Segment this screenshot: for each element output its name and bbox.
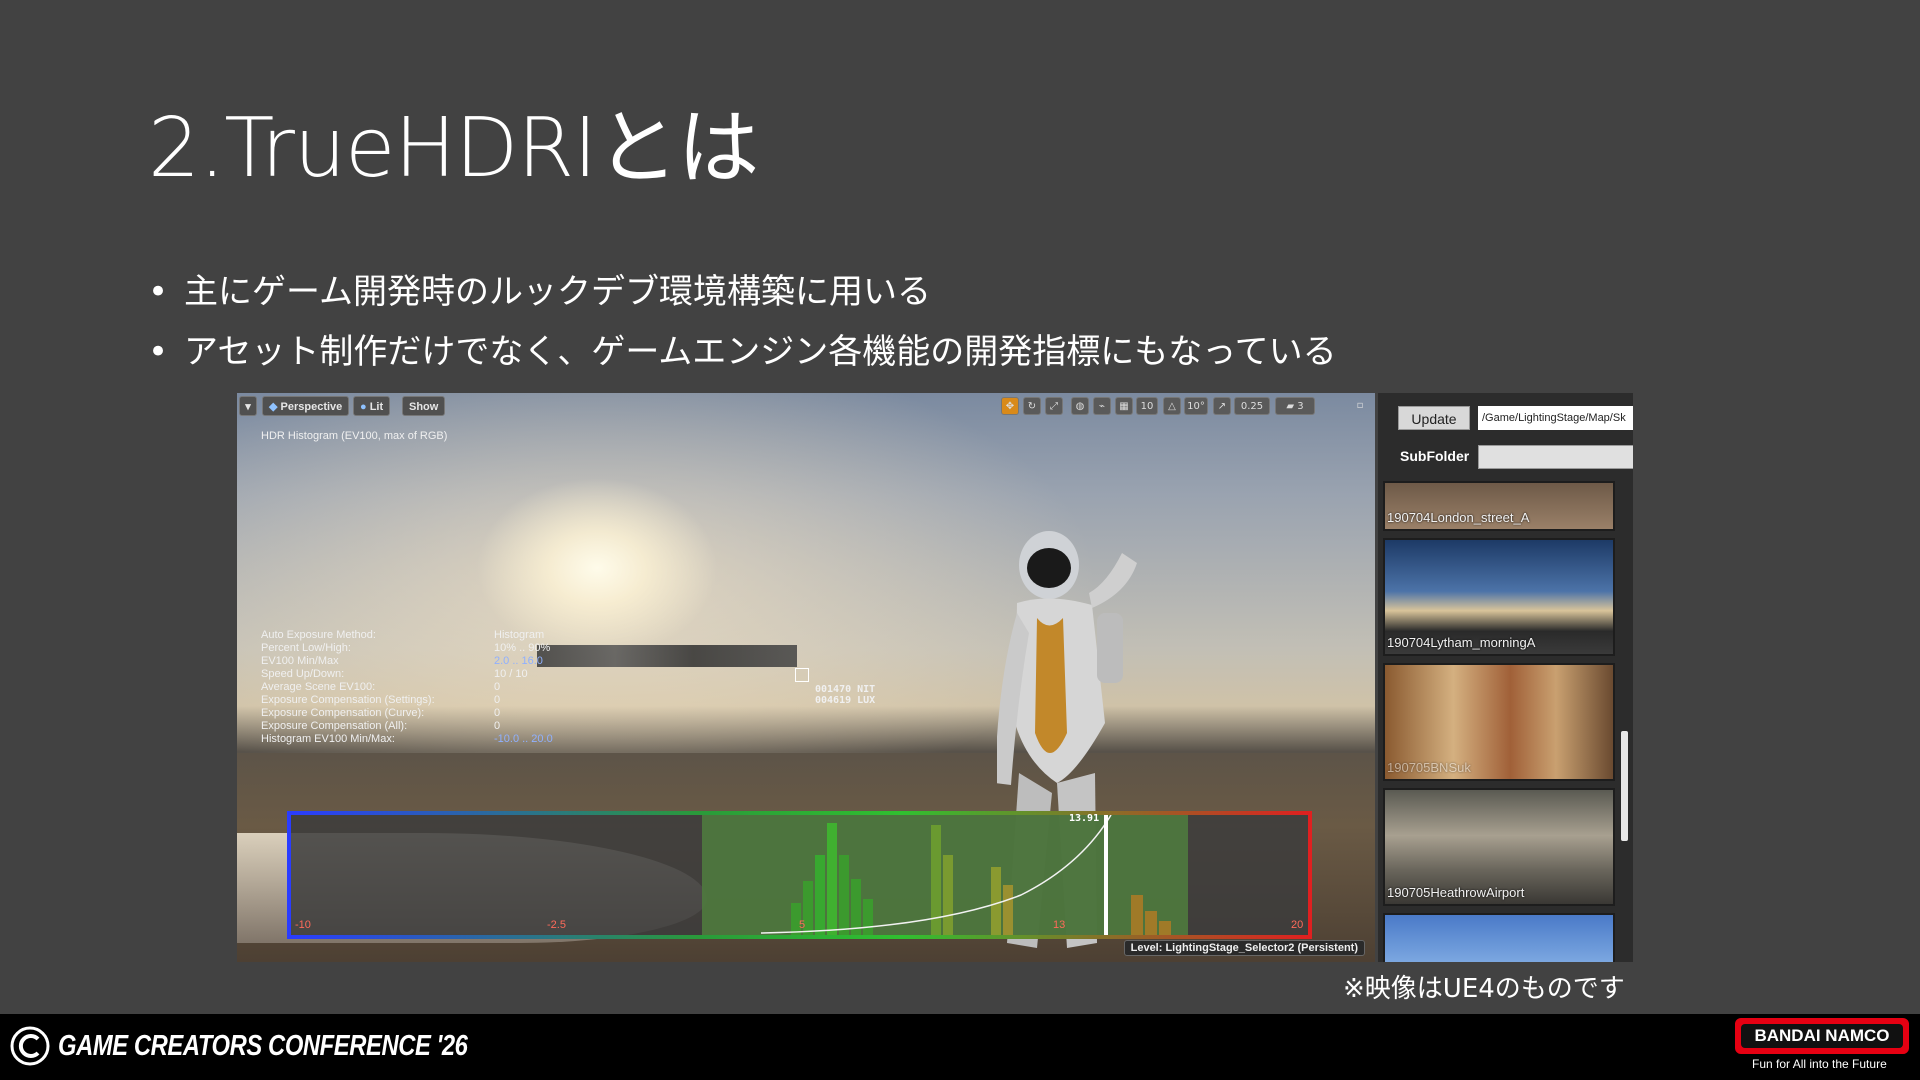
- path-field[interactable]: /Game/LightingStage/Map/Sk: [1478, 406, 1633, 430]
- subfolder-label: SubFolder: [1400, 448, 1470, 464]
- stat-value: 0: [494, 720, 501, 732]
- stat-label: Speed Up/Down:: [261, 668, 345, 680]
- luminance-probe: [795, 668, 809, 682]
- editor-viewport: ▾ ◆ Perspective ● Lit Show ✥ ↻ ⤢ ◍ ⌁ ▦ 1…: [237, 393, 1375, 962]
- translate-icon[interactable]: ✥: [1001, 397, 1019, 415]
- hdri-thumbnail-label: 190705BNSuk: [1387, 760, 1471, 775]
- probe-lux: 004619 LUX: [815, 695, 876, 706]
- footer-bar: GAME CREATORS CONFERENCE '26 BANDAI NAMC…: [0, 1014, 1920, 1080]
- hdri-thumbnail[interactable]: 190704London_street_A: [1383, 481, 1615, 531]
- perspective-button[interactable]: ◆ Perspective: [262, 396, 350, 416]
- histogram-axis-label: 13: [1053, 919, 1066, 931]
- histogram-axis-label: 20: [1291, 919, 1304, 931]
- scale-icon[interactable]: ⤢: [1045, 397, 1063, 415]
- stat-label: Exposure Compensation (Curve):: [261, 707, 425, 719]
- stat-value: 10 / 10: [494, 668, 528, 680]
- stat-value: 10% .. 90%: [494, 642, 551, 654]
- stat-value: 0: [494, 694, 501, 706]
- histogram-axis-label: -2.5: [547, 919, 566, 931]
- rotate-icon[interactable]: ↻: [1023, 397, 1041, 415]
- subfolder-field[interactable]: [1478, 445, 1633, 469]
- stat-label: Auto Exposure Method:: [261, 629, 376, 641]
- slide-title: 2.TrueHDRIとは: [148, 101, 759, 196]
- stat-value: 0: [494, 681, 501, 693]
- angle-snap-icon[interactable]: △: [1163, 397, 1181, 415]
- maximize-icon[interactable]: ▫: [1353, 397, 1367, 415]
- histogram-axis-label: 5: [799, 919, 806, 931]
- hdri-thumbnail[interactable]: 190705BNSuk: [1383, 663, 1615, 781]
- level-label: Level: LightingStage_Selector2 (Persiste…: [1123, 940, 1365, 956]
- hdri-thumbnail[interactable]: 190705HeathrowAirport: [1383, 788, 1615, 906]
- bullet-item: 主にゲーム開発時のルックデブ環境構築に用いる: [148, 262, 1337, 322]
- grid-snap-icon[interactable]: ▦: [1115, 397, 1133, 415]
- bullet-item: アセット制作だけでなく、ゲームエンジン各機能の開発指標にもなっている: [148, 322, 1337, 382]
- stat-value: Histogram: [494, 629, 545, 641]
- update-button[interactable]: Update: [1398, 406, 1470, 430]
- hdri-thumbnail-label: 190705HeathrowAirport: [1387, 885, 1525, 900]
- hdri-thumbnail-label: 190704London_street_A: [1387, 510, 1530, 525]
- histogram-axis-label: -10: [295, 919, 311, 931]
- hdr-histogram: 13.91 -10 -2.5 5 13 20: [287, 811, 1312, 939]
- bullet-list: 主にゲーム開発時のルックデブ環境構築に用いる アセット制作だけでなく、ゲームエン…: [148, 262, 1337, 382]
- scale-snap-value[interactable]: 0.25: [1234, 397, 1270, 415]
- viewport-toolbar: ▾ ◆ Perspective ● Lit Show ✥ ↻ ⤢ ◍ ⌁ ▦ 1…: [237, 393, 1375, 419]
- panel-scrollbar[interactable]: [1621, 731, 1628, 841]
- stat-value: -10.0 .. 20.0: [494, 733, 553, 745]
- footnote: ※映像はUE4のものです: [1343, 974, 1625, 1004]
- angle-snap-value[interactable]: 10°: [1184, 397, 1208, 415]
- event-name: GAME CREATORS CONFERENCE '26: [58, 1030, 468, 1062]
- camera-speed-value: 3: [1297, 401, 1304, 412]
- stat-label: Histogram EV100 Min/Max:: [261, 733, 395, 745]
- hdri-thumbnail[interactable]: 190704Lytham_morningA: [1383, 538, 1615, 656]
- histogram-plot: [702, 815, 1188, 935]
- show-button[interactable]: Show: [402, 396, 446, 416]
- camera-icon: ▰: [1286, 401, 1298, 412]
- hdri-thumbnail[interactable]: [1383, 913, 1615, 962]
- surface-snap-icon[interactable]: ⌁: [1093, 397, 1111, 415]
- perspective-icon: ◆: [269, 401, 281, 413]
- histogram-current-value: 13.91: [1069, 813, 1100, 824]
- stat-value: 2.0 .. 16.0: [494, 655, 543, 667]
- stat-label: Average Scene EV100:: [261, 681, 376, 693]
- brand-tagline: Fun for All into the Future: [1752, 1057, 1887, 1071]
- stat-label: Exposure Compensation (Settings):: [261, 694, 435, 706]
- stat-label: Percent Low/High:: [261, 642, 351, 654]
- bandai-namco-logo: BANDAI NAMCO: [1735, 1018, 1909, 1054]
- stat-label: EV100 Min/Max: [261, 655, 339, 667]
- hdri-browser-panel: Update /Game/LightingStage/Map/Sk SubFol…: [1378, 393, 1633, 962]
- grid-snap-value[interactable]: 10: [1136, 397, 1158, 415]
- lit-label: Lit: [369, 401, 384, 413]
- stat-value: 0: [494, 707, 501, 719]
- distant-houses: [537, 645, 797, 667]
- world-space-icon[interactable]: ◍: [1071, 397, 1089, 415]
- brand-name: BANDAI NAMCO: [1754, 1026, 1890, 1045]
- hdri-thumbnail-label: 190704Lytham_morningA: [1387, 635, 1536, 650]
- stat-label: Exposure Compensation (All):: [261, 720, 408, 732]
- histogram-title: HDR Histogram (EV100, max of RGB): [261, 430, 448, 442]
- probe-nit: 001470 NIT: [815, 684, 876, 695]
- lit-sphere-icon: ●: [360, 401, 370, 413]
- viewport-options-dropdown[interactable]: ▾: [239, 396, 257, 416]
- camera-speed-button[interactable]: ▰ 3: [1275, 397, 1315, 415]
- lit-button[interactable]: ● Lit: [353, 396, 391, 416]
- gcc-logo-icon: [10, 1026, 50, 1066]
- scale-snap-icon[interactable]: ↗: [1213, 397, 1231, 415]
- perspective-label: Perspective: [280, 401, 343, 413]
